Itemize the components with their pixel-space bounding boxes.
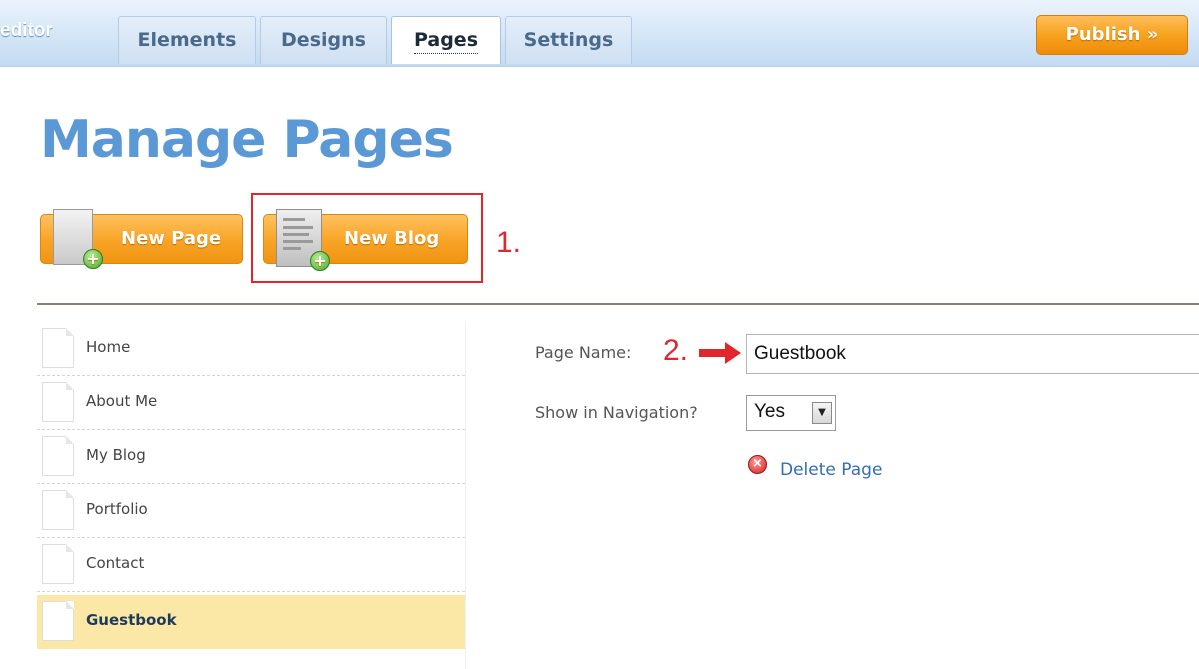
page-title: Manage Pages — [40, 110, 454, 170]
page-list-item-home[interactable]: Home — [37, 322, 465, 376]
page-list: Home About Me My Blog Portfolio Contact … — [37, 322, 466, 669]
show-navigation-select[interactable]: Yes ▼ — [746, 395, 836, 431]
document-icon — [42, 490, 74, 530]
document-icon — [42, 382, 74, 422]
tab-pages-label: Pages — [413, 29, 479, 54]
section-divider — [37, 303, 1199, 305]
page-list-item-contact[interactable]: Contact — [37, 538, 465, 592]
page-list-item-my-blog[interactable]: My Blog — [37, 430, 465, 484]
page-list-item-label: Home — [86, 338, 131, 356]
page-list-item-label: About Me — [86, 392, 158, 410]
tab-pages[interactable]: Pages — [391, 16, 501, 64]
page-list-item-label: Guestbook — [86, 611, 177, 629]
page-list-item-label: My Blog — [86, 446, 146, 464]
page-name-label: Page Name: — [535, 343, 632, 362]
page-list-item-label: Contact — [86, 554, 145, 572]
tab-settings[interactable]: Settings — [505, 16, 632, 64]
plus-icon: + — [83, 249, 103, 269]
page-list-item-guestbook[interactable]: Guestbook — [37, 595, 465, 649]
document-icon — [42, 328, 74, 368]
publish-button[interactable]: Publish » — [1036, 15, 1188, 55]
tab-elements-label: Elements — [137, 29, 237, 51]
document-icon — [42, 436, 74, 476]
annotation-step-1: 1. — [496, 226, 522, 259]
tab-elements[interactable]: Elements — [118, 16, 256, 64]
document-icon — [42, 601, 74, 641]
page-list-item-about-me[interactable]: About Me — [37, 376, 465, 430]
new-page-button[interactable]: + New Page — [40, 209, 243, 269]
delete-page-link[interactable]: Delete Page — [780, 460, 882, 480]
top-toolbar: editor Elements Designs Pages Settings P… — [0, 0, 1199, 67]
new-page-label: New Page — [121, 228, 222, 249]
tab-designs[interactable]: Designs — [260, 16, 387, 64]
page-name-input[interactable] — [746, 334, 1199, 374]
brand-logo: editor — [0, 20, 53, 41]
tab-settings-label: Settings — [523, 29, 614, 51]
show-navigation-label: Show in Navigation? — [535, 403, 698, 422]
page-list-item-label: Portfolio — [86, 500, 148, 518]
page-list-item-portfolio[interactable]: Portfolio — [37, 484, 465, 538]
annotation-highlight-box — [251, 193, 483, 283]
annotation-arrow-icon — [699, 342, 741, 364]
document-icon — [42, 544, 74, 584]
annotation-step-2: 2. — [663, 334, 689, 367]
delete-icon: × — [748, 455, 767, 474]
dropdown-arrow-icon[interactable]: ▼ — [812, 402, 832, 424]
show-navigation-value: Yes — [754, 401, 785, 422]
tab-designs-label: Designs — [281, 29, 366, 51]
